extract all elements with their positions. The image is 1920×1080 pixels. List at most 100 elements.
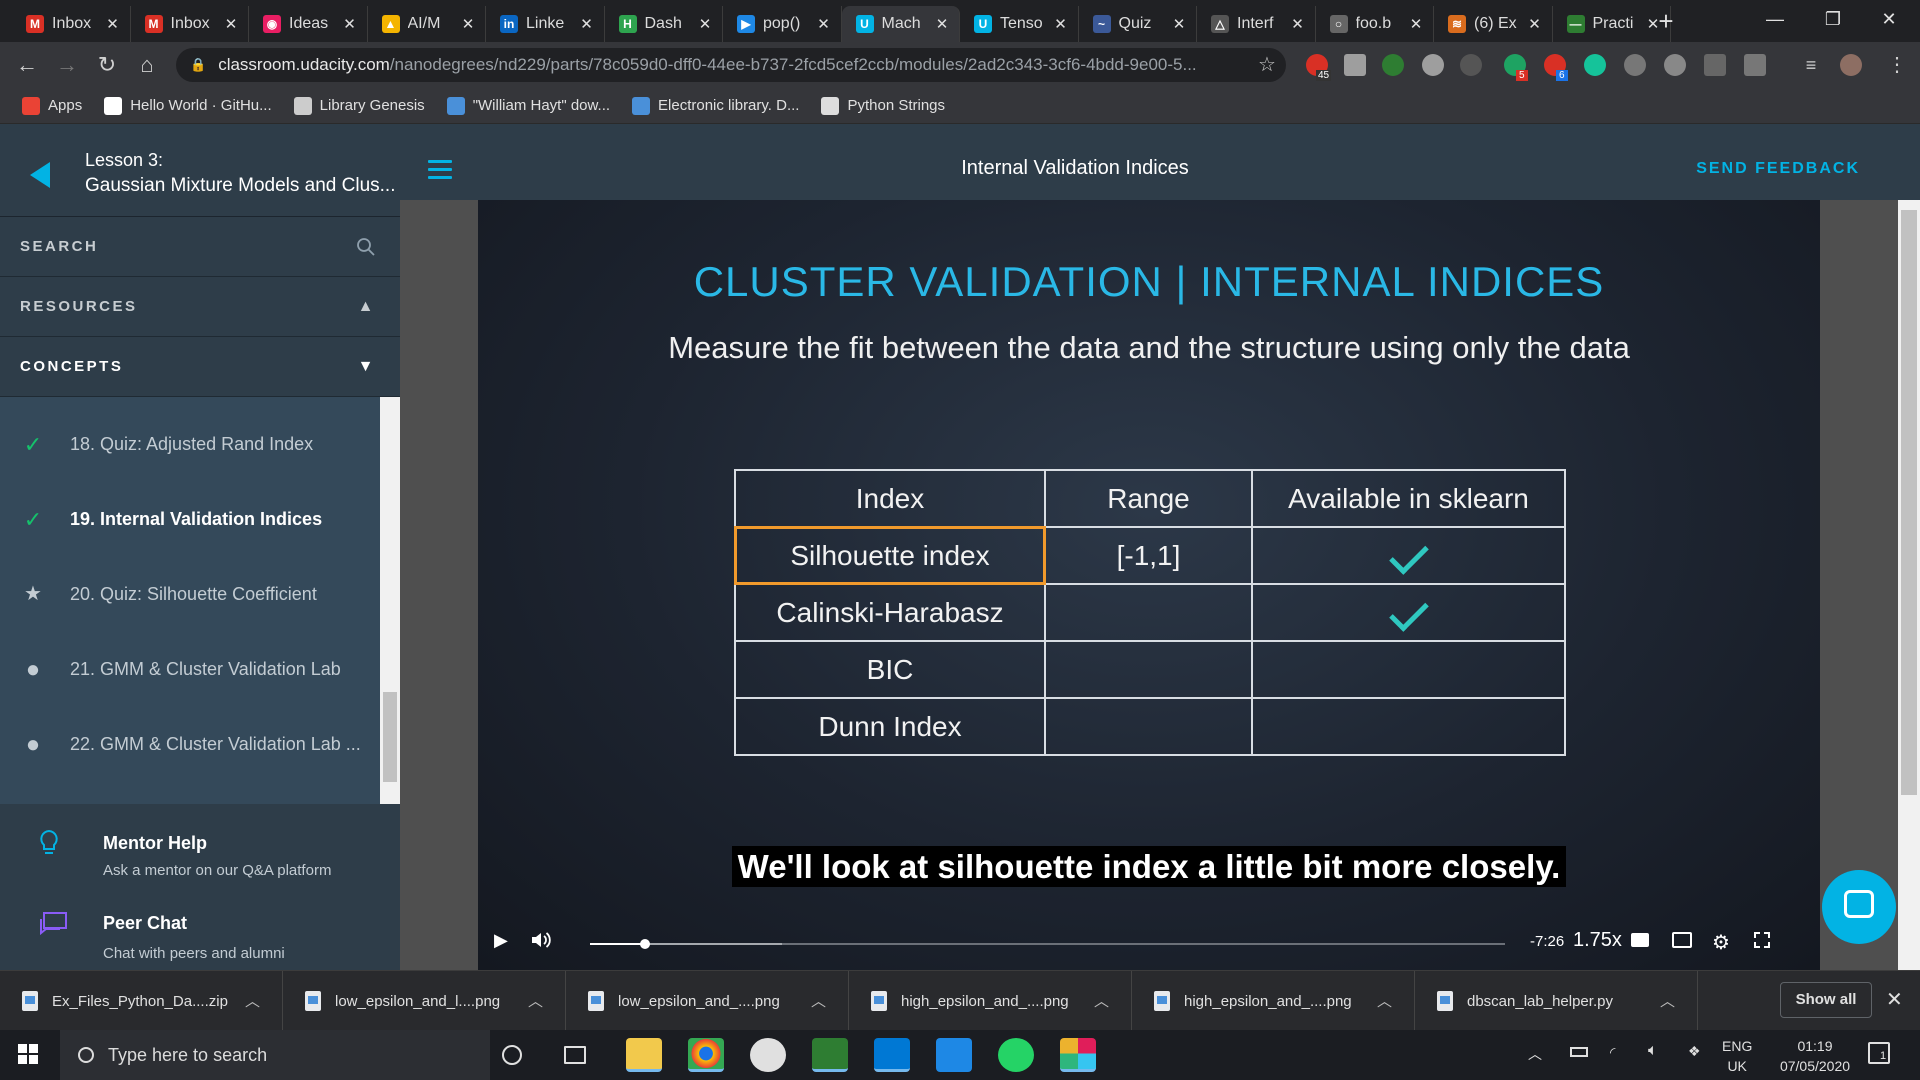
send-feedback-button[interactable]: SEND FEEDBACK [1696,160,1860,178]
browser-tab[interactable]: △ Interf ✕ [1197,6,1316,42]
tab-close-icon[interactable]: ✕ [220,15,242,33]
browser-tab[interactable]: H Dash ✕ [605,6,723,42]
download-item[interactable]: high_epsilon_and_....png ︿ [849,971,1132,1031]
sidebar-concepts[interactable]: CONCEPTS ▼ [0,337,400,397]
playback-speed-button[interactable]: 1.75x [1573,929,1622,952]
tab-close-icon[interactable]: ✕ [1287,15,1309,33]
browser-tab[interactable]: ▲ AI/M ✕ [368,6,486,42]
slack-icon[interactable] [1060,1038,1096,1072]
vscode-icon[interactable] [874,1038,910,1072]
concept-item[interactable]: ● 22. GMM & Cluster Validation Lab ... [0,707,380,782]
forward-button[interactable]: → [52,50,82,80]
tab-close-icon[interactable]: ✕ [1405,15,1427,33]
menu-kebab-icon[interactable]: ⋮ [1882,50,1912,80]
sidebar-search[interactable]: SEARCH [0,217,400,277]
close-window-button[interactable]: ✕ [1866,4,1912,34]
peer-chat-link[interactable]: Peer Chat Chat with peers and alumni [0,897,400,977]
bookmark-item[interactable]: "William Hayt" dow... [446,96,610,115]
video-player[interactable]: CLUSTER VALIDATION | INTERNAL INDICES Me… [478,200,1820,970]
settings-gear-icon[interactable]: ⚙ [1712,930,1730,955]
seek-bar[interactable] [590,939,1505,949]
new-tab-button[interactable]: + [1651,8,1681,36]
bookmark-star-icon[interactable]: ☆ [1252,50,1282,80]
browser-tab[interactable]: ≋ (6) Ex ✕ [1434,6,1553,42]
language-indicator[interactable]: ENG UK [1722,1036,1752,1076]
xbox-icon[interactable] [750,1038,786,1072]
extension-icon[interactable] [1382,54,1404,76]
download-item[interactable]: Ex_Files_Python_Da....zip ︿ [0,971,283,1031]
media-control-icon[interactable]: ≡ [1796,50,1826,80]
minimize-button[interactable]: — [1752,4,1798,34]
address-bar[interactable]: 🔒 classroom.udacity.com/nanodegrees/nd22… [176,48,1286,82]
speaker-icon[interactable]: 🔈︎ [1648,1042,1658,1060]
notification-center-icon[interactable]: 1 [1868,1042,1890,1064]
tab-close-icon[interactable]: ✕ [576,15,598,33]
tab-close-icon[interactable]: ✕ [1050,15,1072,33]
whatsapp-icon[interactable] [998,1038,1034,1072]
restore-button[interactable]: ❐ [1810,4,1856,34]
download-item[interactable]: low_epsilon_and_....png ︿ [566,971,849,1031]
browser-tab[interactable]: in Linke ✕ [486,6,605,42]
tab-close-icon[interactable]: ✕ [694,15,716,33]
chevron-up-icon[interactable]: ︿ [245,990,260,1011]
download-item[interactable]: high_epsilon_and_....png ︿ [1132,971,1415,1031]
sidebar-scrollbar-thumb[interactable] [383,692,397,782]
browser-tab[interactable]: M Inbox ✕ [131,6,249,42]
chevron-up-icon[interactable]: ︿ [1377,990,1392,1011]
home-button[interactable]: ⌂ [132,50,162,80]
browser-tab[interactable]: ~ Quiz ✕ [1079,6,1197,42]
close-shelf-icon[interactable]: ✕ [1886,987,1903,1012]
avatar[interactable] [1840,54,1862,76]
tab-close-icon[interactable]: ✕ [931,15,953,33]
clock[interactable]: 01:19 07/05/2020 [1770,1036,1860,1076]
download-icon[interactable] [1460,54,1482,76]
chat-launcher-button[interactable] [1822,870,1896,944]
chevron-up-icon[interactable]: ︿ [1094,990,1109,1011]
chevron-up-icon[interactable]: ︿ [1528,1044,1542,1064]
fullscreen-icon[interactable] [1754,932,1770,948]
captions-icon[interactable] [1631,933,1649,947]
back-button[interactable]: ← [12,50,42,80]
tab-close-icon[interactable]: ✕ [813,15,835,33]
chevron-down-icon[interactable]: ▼ [358,337,376,397]
extension-icon[interactable] [1422,54,1444,76]
bookmark-item[interactable]: Library Genesis [293,96,425,115]
bookmark-item[interactable]: Apps [22,96,82,115]
extension-icon[interactable] [1624,54,1646,76]
file-explorer-icon[interactable] [626,1038,662,1072]
task-view-icon[interactable] [564,1046,586,1064]
cortana-icon[interactable] [502,1045,522,1065]
reload-button[interactable]: ↻ [92,50,122,80]
download-item[interactable]: low_epsilon_and_l....png ︿ [283,971,566,1031]
bookmark-item[interactable]: Electronic library. D... [632,96,799,115]
grammarly-icon[interactable] [1584,54,1606,76]
back-arrow-icon[interactable] [30,162,50,188]
extension-icon[interactable] [1344,54,1366,76]
volume-icon[interactable] [530,930,552,955]
dropbox-icon[interactable]: ❖ [1688,1043,1701,1060]
browser-tab[interactable]: ◉ Ideas ✕ [249,6,368,42]
battery-icon[interactable] [1570,1047,1588,1057]
play-icon[interactable]: ▶ [494,930,508,951]
concept-item[interactable]: ★ 20. Quiz: Silhouette Coefficient [0,557,380,632]
extension-icon[interactable] [1704,54,1726,76]
show-all-button[interactable]: Show all [1780,982,1872,1018]
seek-handle[interactable] [639,939,650,949]
chevron-up-icon[interactable]: ︿ [811,990,826,1011]
extension-icon[interactable] [1744,54,1766,76]
chevron-up-icon[interactable]: ▲ [358,277,376,337]
tab-close-icon[interactable]: ✕ [1168,15,1190,33]
concept-item[interactable]: ● 21. GMM & Cluster Validation Lab [0,632,380,707]
browser-tab[interactable]: M Inbox ✕ [12,6,131,42]
concept-item-current[interactable]: ✓ 19. Internal Validation Indices [0,482,380,557]
settings-app-icon[interactable] [936,1038,972,1072]
concept-item[interactable]: ✓ 18. Quiz: Adjusted Rand Index [0,407,380,482]
wifi-icon[interactable]: ◜ [1610,1044,1615,1061]
search-icon[interactable] [356,217,376,283]
taskbar-search-box[interactable]: Type here to search [60,1030,490,1080]
chrome-icon[interactable] [688,1038,724,1072]
chevron-up-icon[interactable]: ︿ [528,990,543,1011]
chevron-up-icon[interactable]: ︿ [1660,990,1675,1011]
tab-close-icon[interactable]: ✕ [339,15,361,33]
lesson-header[interactable]: Lesson 3: Gaussian Mixture Models and Cl… [0,124,400,217]
